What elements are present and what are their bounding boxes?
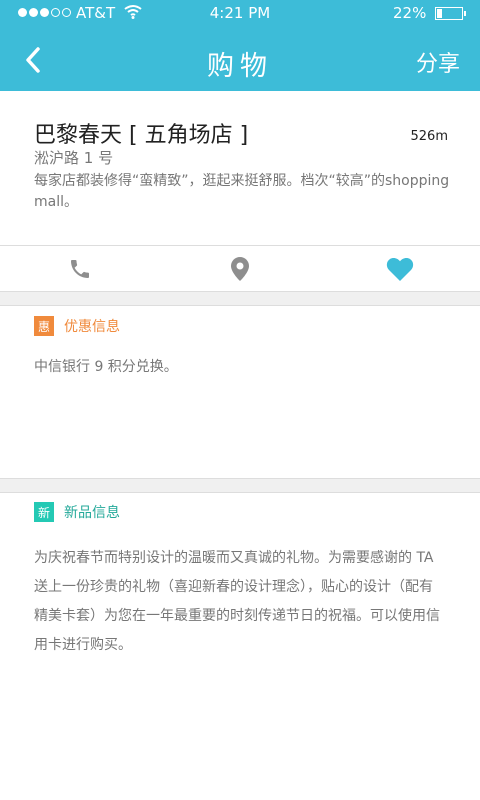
new-product-title: 新品信息 <box>64 505 120 521</box>
new-product-section: 新 新品信息 为庆祝春节而特别设计的温暖而又真诚的礼物。为需要感谢的 TA 送上… <box>0 493 480 800</box>
store-name: 巴黎春天 [ 五角场店 ] <box>34 123 249 148</box>
store-info: 巴黎春天 [ 五角场店 ] 526m 淞沪路 1 号 每家店都装修得“蛮精致”，… <box>0 91 480 245</box>
section-divider <box>0 291 480 306</box>
promo-body: 中信银行 9 积分兑换。 <box>34 359 178 375</box>
page-title: 购物 <box>207 51 273 82</box>
store-distance: 526m <box>410 129 448 144</box>
promo-header: 惠 优惠信息 <box>34 316 120 336</box>
status-bar: AT&T 4:21 PM 22% <box>0 0 480 28</box>
battery-icon <box>435 7 466 20</box>
store-address: 淞沪路 1 号 <box>34 149 114 167</box>
promo-badge-icon: 惠 <box>34 316 54 336</box>
action-bar <box>0 245 480 292</box>
promo-title: 优惠信息 <box>64 319 120 335</box>
store-description: 每家店都装修得“蛮精致”，逛起来挺舒服。档次“较高”的shopping mall… <box>34 173 450 210</box>
location-button[interactable] <box>160 246 320 292</box>
call-button[interactable] <box>0 246 160 292</box>
share-button[interactable]: 分享 <box>416 46 460 78</box>
promo-section: 惠 优惠信息 中信银行 9 积分兑换。 <box>0 306 480 478</box>
heart-icon <box>386 258 414 281</box>
new-badge-icon: 新 <box>34 502 54 522</box>
phone-icon <box>71 260 89 278</box>
location-pin-icon <box>231 257 249 281</box>
new-product-header: 新 新品信息 <box>34 502 120 522</box>
top-bar: AT&T 4:21 PM 22% 购物 分享 <box>0 0 480 91</box>
section-divider <box>0 478 480 493</box>
battery-percent: 22% <box>393 4 427 22</box>
favorite-button[interactable] <box>320 246 480 292</box>
new-product-body: 为庆祝春节而特别设计的温暖而又真诚的礼物。为需要感谢的 TA 送上一份珍贵的礼物… <box>34 550 440 653</box>
